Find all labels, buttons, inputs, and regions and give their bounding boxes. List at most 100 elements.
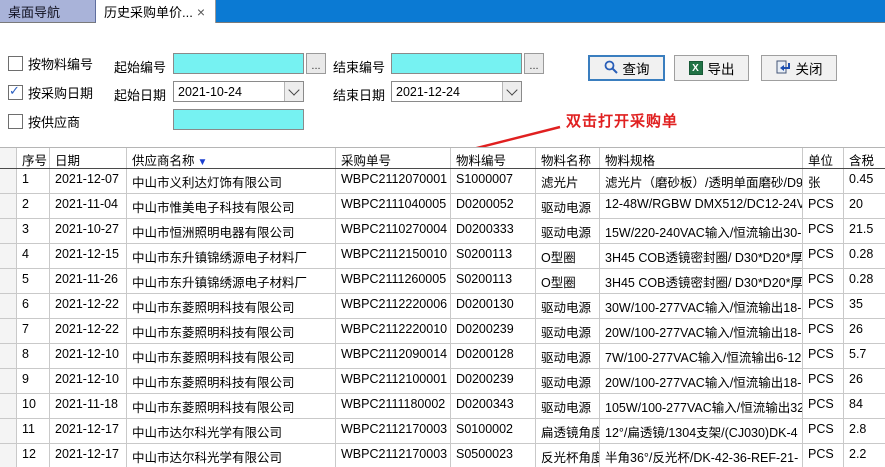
table-row[interactable]: 2 2021-11-04 中山市惟美电子科技有限公司 WBPC211104000… bbox=[0, 194, 885, 219]
cell-unit: PCS bbox=[803, 244, 844, 268]
header-unit[interactable]: 单位 bbox=[803, 148, 844, 168]
header-material-no[interactable]: 物料编号 bbox=[451, 148, 536, 168]
cell-index: 4 bbox=[17, 244, 50, 268]
row-selector[interactable] bbox=[0, 194, 17, 218]
table-row[interactable]: 4 2021-12-15 中山市东升镇锦绣源电子材料厂 WBPC21121500… bbox=[0, 244, 885, 269]
cell-index: 10 bbox=[17, 394, 50, 418]
table-row[interactable]: 7 2021-12-22 中山市东菱照明科技有限公司 WBPC211222001… bbox=[0, 319, 885, 344]
chevron-down-icon[interactable] bbox=[284, 82, 303, 101]
cell-index: 11 bbox=[17, 419, 50, 443]
row-selector[interactable] bbox=[0, 219, 17, 243]
cell-material-spec: 20W/100-277VAC输入/恒流输出18- bbox=[600, 369, 803, 393]
close-button[interactable]: 关闭 bbox=[761, 55, 837, 81]
end-no-input[interactable] bbox=[391, 53, 522, 74]
supplier-input[interactable] bbox=[173, 109, 304, 130]
table-row[interactable]: 5 2021-11-26 中山市东升镇锦绣源电子材料厂 WBPC21112600… bbox=[0, 269, 885, 294]
cell-price: 0.45 bbox=[844, 169, 885, 193]
cell-material-spec: 7W/100-277VAC输入/恒流输出6-12 bbox=[600, 344, 803, 368]
cell-unit: PCS bbox=[803, 394, 844, 418]
cell-date: 2021-12-10 bbox=[50, 344, 127, 368]
start-no-input[interactable] bbox=[173, 53, 304, 74]
row-selector[interactable] bbox=[0, 244, 17, 268]
table-row[interactable]: 9 2021-12-10 中山市东菱照明科技有限公司 WBPC211210000… bbox=[0, 369, 885, 394]
checkbox-supplier[interactable] bbox=[8, 114, 23, 129]
cell-supplier: 中山市达尔科光学有限公司 bbox=[127, 444, 336, 467]
cell-material-name: O型圈 bbox=[536, 244, 600, 268]
cell-material-spec: 12-48W/RGBW DMX512/DC12-24V bbox=[600, 194, 803, 218]
cell-unit: PCS bbox=[803, 294, 844, 318]
query-button[interactable]: 查询 bbox=[588, 55, 665, 81]
row-selector[interactable] bbox=[0, 344, 17, 368]
cell-date: 2021-12-17 bbox=[50, 444, 127, 467]
cell-index: 12 bbox=[17, 444, 50, 467]
export-button[interactable]: X 导出 bbox=[674, 55, 749, 81]
tab-close-icon[interactable]: × bbox=[195, 5, 207, 19]
cell-material-no: D0200343 bbox=[451, 394, 536, 418]
tab-desktop-nav[interactable]: 桌面导航 bbox=[0, 0, 96, 23]
header-material-name[interactable]: 物料名称 bbox=[536, 148, 600, 168]
cell-price: 0.28 bbox=[844, 244, 885, 268]
cell-po-number: WBPC2112090014 bbox=[336, 344, 451, 368]
start-date-select[interactable]: 2021-10-24 bbox=[173, 81, 304, 102]
table-row[interactable]: 1 2021-12-07 中山市义利达灯饰有限公司 WBPC2112070001… bbox=[0, 169, 885, 194]
cell-material-name: 滤光片 bbox=[536, 169, 600, 193]
table-row[interactable]: 3 2021-10-27 中山市恒洲照明电器有限公司 WBPC211027000… bbox=[0, 219, 885, 244]
start-date-label: 起始日期 bbox=[114, 85, 166, 104]
header-supplier[interactable]: 供应商名称▼ bbox=[127, 148, 336, 168]
app-window: 桌面导航 历史采购单价... × 按物料编号 按采购日期 按供应商 起始编号 .… bbox=[0, 0, 885, 467]
table-row[interactable]: 6 2021-12-22 中山市东菱照明科技有限公司 WBPC211222000… bbox=[0, 294, 885, 319]
cell-index: 5 bbox=[17, 269, 50, 293]
end-no-browse-button[interactable]: ... bbox=[524, 53, 544, 74]
end-date-label: 结束日期 bbox=[333, 85, 385, 104]
header-date[interactable]: 日期 bbox=[50, 148, 127, 168]
checkbox-purchase-date-label: 按采购日期 bbox=[28, 83, 93, 102]
row-selector[interactable] bbox=[0, 319, 17, 343]
checkbox-material-no[interactable] bbox=[8, 56, 23, 71]
header-tax-price[interactable]: 含税 bbox=[844, 148, 885, 168]
cell-material-name: 驱动电源 bbox=[536, 294, 600, 318]
row-selector[interactable] bbox=[0, 369, 17, 393]
filter-by-purchase-date[interactable]: 按采购日期 bbox=[8, 83, 93, 102]
row-selector[interactable] bbox=[0, 169, 17, 193]
header-index[interactable]: 序号 bbox=[17, 148, 50, 168]
row-selector[interactable] bbox=[0, 269, 17, 293]
query-button-label: 查询 bbox=[623, 58, 650, 78]
filter-by-material-no[interactable]: 按物料编号 bbox=[8, 54, 93, 73]
row-selector[interactable] bbox=[0, 419, 17, 443]
tab-history-purchase-price[interactable]: 历史采购单价... × bbox=[96, 0, 216, 23]
cell-supplier: 中山市东菱照明科技有限公司 bbox=[127, 319, 336, 343]
table-row[interactable]: 8 2021-12-10 中山市东菱照明科技有限公司 WBPC211209001… bbox=[0, 344, 885, 369]
table-row[interactable]: 11 2021-12-17 中山市达尔科光学有限公司 WBPC211217000… bbox=[0, 419, 885, 444]
filter-by-supplier[interactable]: 按供应商 bbox=[8, 112, 80, 131]
tab-desktop-nav-label: 桌面导航 bbox=[8, 2, 60, 21]
cell-po-number: WBPC2112220006 bbox=[336, 294, 451, 318]
cell-material-name: 驱动电源 bbox=[536, 344, 600, 368]
cell-material-no: D0200333 bbox=[451, 219, 536, 243]
end-date-value: 2021-12-24 bbox=[392, 85, 502, 99]
start-no-label: 起始编号 bbox=[114, 57, 166, 76]
cell-index: 8 bbox=[17, 344, 50, 368]
cell-supplier: 中山市达尔科光学有限公司 bbox=[127, 419, 336, 443]
cell-supplier: 中山市惟美电子科技有限公司 bbox=[127, 194, 336, 218]
header-po-number[interactable]: 采购单号 bbox=[336, 148, 451, 168]
cell-date: 2021-11-04 bbox=[50, 194, 127, 218]
cell-po-number: WBPC2112100001 bbox=[336, 369, 451, 393]
close-button-label: 关闭 bbox=[796, 58, 823, 78]
start-no-browse-button[interactable]: ... bbox=[306, 53, 326, 74]
cell-po-number: WBPC2112170003 bbox=[336, 419, 451, 443]
cell-material-no: S0500023 bbox=[451, 444, 536, 467]
chevron-down-icon[interactable] bbox=[502, 82, 521, 101]
cell-material-no: D0200130 bbox=[451, 294, 536, 318]
table-row[interactable]: 12 2021-12-17 中山市达尔科光学有限公司 WBPC211217000… bbox=[0, 444, 885, 467]
header-material-spec[interactable]: 物料规格 bbox=[600, 148, 803, 168]
row-selector[interactable] bbox=[0, 394, 17, 418]
checkbox-purchase-date[interactable] bbox=[8, 85, 23, 100]
end-date-select[interactable]: 2021-12-24 bbox=[391, 81, 522, 102]
cell-material-no: D0200052 bbox=[451, 194, 536, 218]
row-selector[interactable] bbox=[0, 444, 17, 467]
tab-history-purchase-price-label: 历史采购单价... bbox=[104, 2, 193, 21]
table-row[interactable]: 10 2021-11-18 中山市东菱照明科技有限公司 WBPC21111800… bbox=[0, 394, 885, 419]
cell-material-no: S0200113 bbox=[451, 244, 536, 268]
cell-index: 2 bbox=[17, 194, 50, 218]
row-selector[interactable] bbox=[0, 294, 17, 318]
